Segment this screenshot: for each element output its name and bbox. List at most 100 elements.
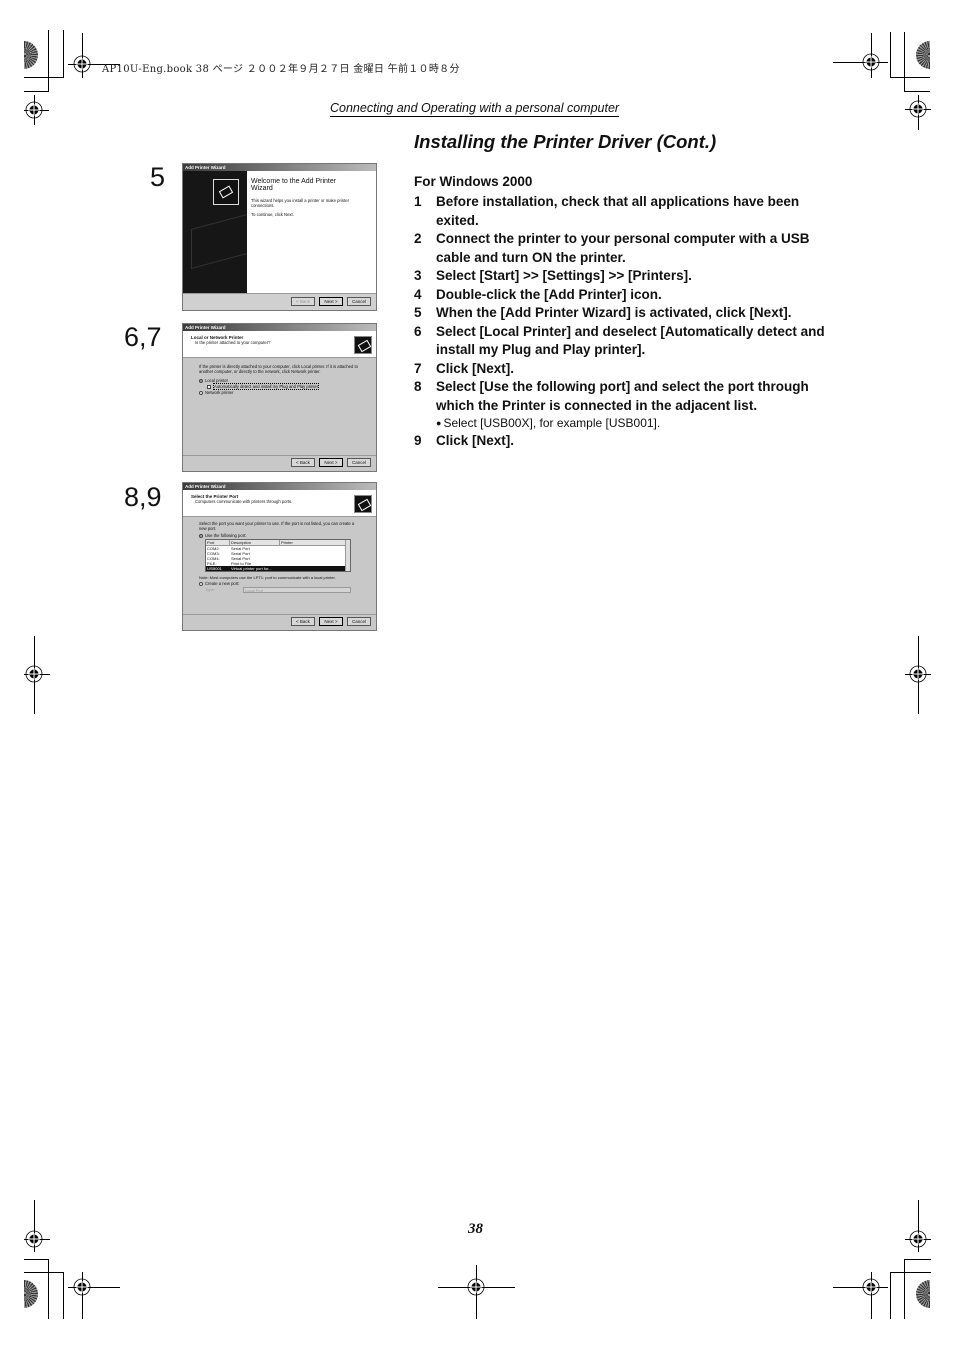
- color-target-icon: [24, 41, 38, 71]
- crop-line: [904, 91, 930, 92]
- step-text: Click [Next].: [436, 433, 515, 448]
- step-number: 1: [414, 194, 422, 209]
- radio-unselected-icon: [199, 581, 203, 586]
- radio-unselected-icon: [199, 390, 203, 395]
- back-button[interactable]: < Back: [291, 297, 315, 306]
- step-number: 4: [414, 286, 422, 302]
- registration-mark-icon: [22, 662, 46, 686]
- wizard-content: Welcome to the Add Printer Wizard This w…: [247, 171, 376, 293]
- cancel-button[interactable]: Cancel: [347, 297, 371, 306]
- instruction-steps: 1 Before installation, check that all app…: [414, 193, 834, 451]
- step-number: 9: [414, 433, 422, 448]
- step-item: 5 When the [Add Printer Wizard] is activa…: [414, 304, 834, 323]
- step-number: 3: [414, 268, 422, 283]
- wizard-dialog-welcome: Add Printer Wizard Welcome to the Add Pr…: [182, 163, 377, 311]
- port-list[interactable]: Port Description Printer COM2: Serial Por…: [205, 539, 351, 572]
- column-header-port[interactable]: Port: [206, 540, 230, 545]
- radio-selected-icon: [199, 533, 203, 538]
- wizard-subheading: Computers communicate with printers thro…: [195, 499, 293, 504]
- wizard-header: Select the Printer Port Computers commun…: [183, 490, 376, 517]
- wizard-instruction: To continue, click Next.: [251, 212, 294, 217]
- step-text: When the [Add Printer Wizard] is activat…: [436, 305, 792, 320]
- crop-line: [63, 30, 64, 78]
- network-printer-radio[interactable]: Network printer: [199, 390, 360, 396]
- os-subheading: For Windows 2000: [414, 174, 533, 189]
- print-job-header: AP10U-Eng.book 38 ページ ２００２年９月２７日 金曜日 午前１…: [102, 64, 460, 75]
- crop-line: [890, 1272, 891, 1319]
- next-button[interactable]: Next >: [319, 617, 343, 626]
- color-target-icon: [916, 41, 930, 71]
- crop-line: [24, 1259, 49, 1260]
- screenshot-label: 8,9: [124, 482, 162, 512]
- cancel-button[interactable]: Cancel: [347, 617, 371, 626]
- step-text: Select [Start] >> [Settings] >> [Printer…: [436, 268, 692, 283]
- divider: [183, 614, 376, 615]
- step-item: 4 Double-click the [Add Printer] icon.: [414, 286, 834, 305]
- port-cell: USB001: [207, 566, 222, 571]
- port-row[interactable]: USB001 Virtual printer port for...: [206, 566, 345, 571]
- registration-mark-icon: [906, 97, 930, 121]
- wizard-buttons: < Back Next > Cancel: [291, 617, 371, 626]
- step-number: 8: [414, 379, 422, 394]
- step-item: 9 Click [Next].: [414, 432, 834, 451]
- section-title: Installing the Printer Driver (Cont.): [414, 131, 717, 152]
- wizard-heading: Welcome to the Add Printer Wizard: [251, 178, 337, 192]
- registration-mark-icon: [859, 1275, 883, 1299]
- port-type-row: Type: Local Port: [205, 587, 360, 593]
- printer-icon: [354, 495, 372, 513]
- crop-line: [24, 77, 64, 78]
- wizard-dialog-select-port: Add Printer Wizard Select the Printer Po…: [182, 482, 377, 631]
- registration-mark-icon: [906, 1227, 930, 1251]
- step-number: 2: [414, 231, 422, 246]
- crop-line: [904, 32, 905, 92]
- port-type-select[interactable]: Local Port: [243, 587, 351, 593]
- column-header-printer[interactable]: Printer: [280, 540, 350, 545]
- note-text: Select [USB00X], for example [USB001].: [443, 416, 661, 430]
- wizard-buttons: < Back Next > Cancel: [291, 297, 371, 306]
- back-button[interactable]: < Back: [291, 617, 315, 626]
- step-text: Select [Use the following port] and sele…: [436, 379, 809, 413]
- wizard-description: This wizard helps you install a printer …: [251, 198, 349, 208]
- crop-line: [24, 1272, 64, 1273]
- crop-line: [48, 30, 49, 52]
- step-text: Select [Local Printer] and deselect [Aut…: [436, 323, 825, 358]
- column-header-description[interactable]: Description: [230, 540, 280, 545]
- crop-line: [48, 52, 49, 92]
- wizard-description: If the printer is directly attached to y…: [199, 364, 358, 374]
- wizard-body: If the printer is directly attached to y…: [183, 358, 376, 402]
- color-target-icon: [916, 1280, 930, 1310]
- step-item: 6 Select [Local Printer] and deselect [Au…: [414, 323, 834, 360]
- crop-line: [890, 1272, 931, 1273]
- scrollbar[interactable]: [345, 540, 350, 571]
- next-button[interactable]: Next >: [319, 297, 343, 306]
- registration-mark-icon: [906, 662, 930, 686]
- screenshot-label: 6,7: [124, 322, 162, 352]
- registration-mark-icon: [464, 1275, 488, 1299]
- crop-line: [905, 1259, 931, 1260]
- back-button[interactable]: < Back: [291, 458, 315, 467]
- step-item: 1 Before installation, check that all app…: [414, 193, 834, 230]
- crop-line: [890, 77, 930, 78]
- window-title: Add Printer Wizard: [183, 483, 376, 490]
- color-target-icon: [24, 1280, 38, 1310]
- wizard-buttons: < Back Next > Cancel: [291, 458, 371, 467]
- checkbox-unchecked-icon: [207, 384, 211, 389]
- printer-icon: [354, 336, 372, 354]
- step-text: Before installation, check that all appl…: [436, 194, 800, 228]
- registration-mark-icon: [70, 1275, 94, 1299]
- crop-line: [904, 1259, 905, 1319]
- step-text: Connect the printer to your personal com…: [436, 231, 810, 265]
- cancel-button[interactable]: Cancel: [347, 458, 371, 467]
- next-button[interactable]: Next >: [319, 458, 343, 467]
- step-item: 8 Select [Use the following port] and sel…: [414, 378, 834, 415]
- registration-mark-icon: [70, 52, 94, 76]
- crop-line: [890, 32, 891, 78]
- wizard-description: Select the port you want your printer to…: [199, 521, 355, 531]
- step-text: Double-click the [Add Printer] icon.: [436, 286, 662, 302]
- crop-line: [48, 1259, 49, 1319]
- step-text: Click [Next].: [436, 360, 515, 376]
- wizard-header: Local or Network Printer Is the printer …: [183, 331, 376, 358]
- wizard-banner: [183, 171, 251, 293]
- printer-icon: [213, 179, 239, 205]
- window-title: Add Printer Wizard: [183, 164, 376, 171]
